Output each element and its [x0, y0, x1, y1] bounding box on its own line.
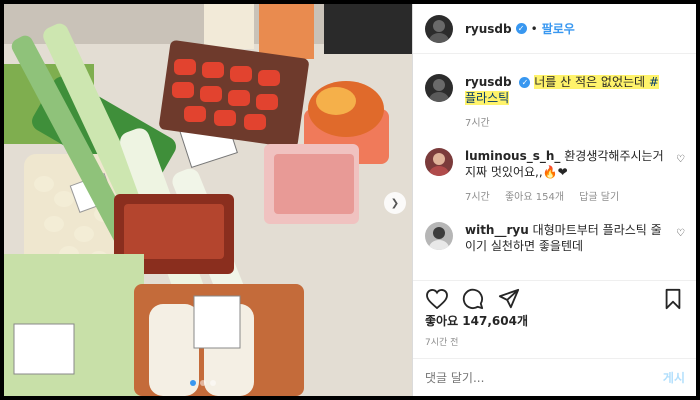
- post-photo[interactable]: ❯: [4, 4, 412, 396]
- caption-meta: 7시간: [465, 116, 665, 132]
- comment-body: with__ryu 대형마트부터 플라스틱 줄이기 실천하면 좋을텐데: [465, 222, 665, 254]
- carousel-dot: [200, 380, 206, 386]
- groceries-image: [4, 4, 412, 396]
- comment-item: luminous_s_h_ 환경생각해주시는거 지짜 멋있어요,,🔥❤ 7시간 …: [425, 148, 685, 206]
- verified-badge-icon: ✓: [515, 23, 527, 34]
- caption-time: 7시간: [465, 118, 490, 129]
- comment-body: luminous_s_h_ 환경생각해주시는거 지짜 멋있어요,,🔥❤ 7시간 …: [465, 148, 665, 206]
- comment-time: 7시간: [465, 192, 490, 203]
- screenshot-frame: ❯ ryusdb ✓ • 팔로우 ryusdb ✓ 너를 산 적은 없었는데 #…: [0, 0, 700, 400]
- caption-username[interactable]: ryusdb: [465, 75, 512, 89]
- post-sidebar: ryusdb ✓ • 팔로우 ryusdb ✓ 너를 산 적은 없었는데 #플라…: [412, 4, 696, 396]
- username[interactable]: ryusdb: [465, 22, 512, 36]
- comment-icon[interactable]: [461, 287, 485, 311]
- comment-username[interactable]: luminous_s_h_: [465, 149, 560, 163]
- verified-badge-icon: ✓: [519, 77, 531, 88]
- share-icon[interactable]: [497, 287, 521, 311]
- heart-icon[interactable]: [425, 287, 449, 311]
- comment-likes[interactable]: 좋아요 154개: [505, 192, 564, 203]
- caption: ryusdb ✓ 너를 산 적은 없었는데 #플라스틱 7시간: [425, 74, 685, 132]
- avatar[interactable]: [425, 222, 453, 250]
- carousel-dot-active: [190, 380, 196, 386]
- comment-like-heart-icon[interactable]: ♡: [676, 154, 685, 165]
- comment-emoji: 🔥❤: [542, 165, 568, 179]
- avatar[interactable]: [425, 148, 453, 176]
- next-photo-button[interactable]: ❯: [384, 192, 406, 214]
- instagram-post: ❯ ryusdb ✓ • 팔로우 ryusdb ✓ 너를 산 적은 없었는데 #…: [4, 4, 696, 396]
- follow-button[interactable]: 팔로우: [542, 20, 575, 37]
- carousel-dot: [210, 380, 216, 386]
- separator-dot: •: [530, 21, 538, 36]
- post-comment-button[interactable]: 게시: [663, 369, 685, 386]
- avatar[interactable]: [425, 14, 453, 43]
- post-header: ryusdb ✓ • 팔로우: [413, 4, 696, 54]
- comments-section: ryusdb ✓ 너를 산 적은 없었는데 #플라스틱 7시간 luminous…: [413, 74, 696, 274]
- avatar[interactable]: [425, 74, 453, 102]
- comment-username[interactable]: with__ryu: [465, 223, 529, 237]
- comment-like-heart-icon[interactable]: ♡: [676, 228, 685, 239]
- bookmark-icon[interactable]: [661, 287, 685, 311]
- comment-item: with__ryu 대형마트부터 플라스틱 줄이기 실천하면 좋을텐데 ♡: [425, 222, 685, 254]
- comment-input[interactable]: [425, 370, 663, 385]
- carousel-dots: [190, 380, 216, 386]
- reply-button[interactable]: 답글 달기: [579, 192, 619, 203]
- caption-body: ryusdb ✓ 너를 산 적은 없었는데 #플라스틱 7시간: [465, 74, 665, 132]
- likes-count[interactable]: 좋아요 147,604개: [425, 312, 528, 329]
- comment-meta: 7시간 좋아요 154개 답글 달기: [465, 190, 665, 206]
- caption-text: 너를 산 적은 없었는데: [534, 75, 649, 89]
- post-time: 7시간 전: [425, 338, 459, 348]
- add-comment-bar: 게시: [413, 358, 696, 396]
- action-bar: [413, 280, 696, 316]
